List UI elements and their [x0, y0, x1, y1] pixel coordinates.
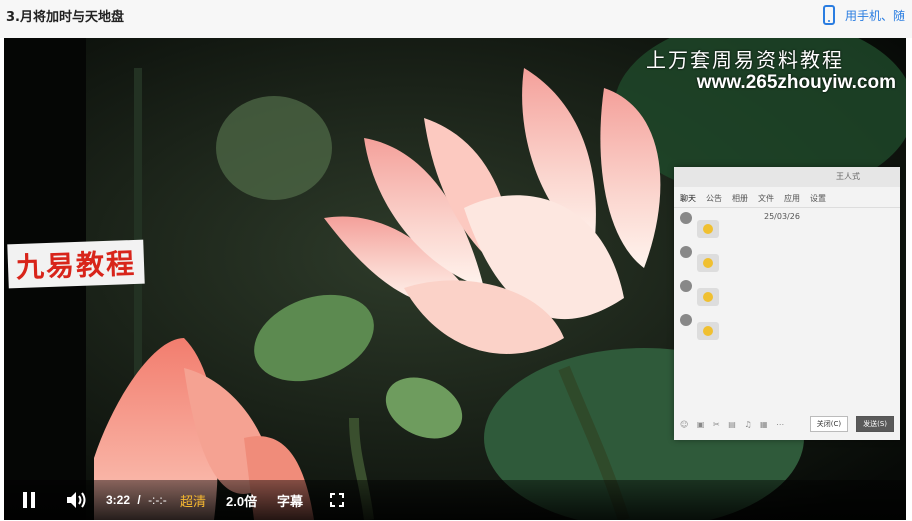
duration: -:-:-	[148, 493, 167, 507]
chat-tab: 文件	[758, 194, 774, 203]
chat-message: 25/03/26	[674, 208, 900, 242]
emoji-icon	[703, 258, 713, 268]
avatar	[680, 212, 692, 224]
subtitle-button[interactable]: 字幕	[277, 491, 303, 510]
emoji-icon	[703, 326, 713, 336]
chat-buttons: 关闭(C) 发送(S)	[809, 416, 894, 432]
emoji-icon	[703, 224, 713, 234]
chat-tabs: 聊天 公告 相册 文件 应用 设置	[674, 187, 900, 208]
time-display: 3:22 / -:-:-	[106, 493, 167, 507]
chat-message	[674, 242, 900, 276]
watermark-title: 上万套周易资料教程	[646, 48, 844, 72]
video-player[interactable]: 上万套周易资料教程 www.265zhouyiw.com 九易教程 王人式 聊天…	[4, 38, 906, 520]
emoji-bubble	[697, 220, 719, 238]
chat-close-button: 关闭(C)	[809, 416, 849, 432]
emoji-bubble	[697, 254, 719, 272]
avatar	[680, 246, 692, 258]
pause-icon[interactable]	[22, 492, 36, 508]
speed-button[interactable]: 2.0倍	[226, 491, 257, 510]
chat-message	[674, 276, 900, 310]
chat-tab: 相册	[732, 194, 748, 203]
emoji-bubble	[697, 322, 719, 340]
chat-date: 25/03/26	[764, 212, 800, 221]
quality-button[interactable]: 超清	[180, 491, 206, 510]
fullscreen-icon[interactable]	[330, 493, 344, 507]
chat-tab: 聊天	[680, 194, 696, 203]
brand-label: 九易教程	[7, 239, 145, 289]
avatar	[680, 280, 692, 292]
chat-tab: 设置	[810, 194, 826, 203]
chat-tab: 公告	[706, 194, 722, 203]
top-bar: 3.月将加时与天地盘 用手机、随	[0, 0, 912, 38]
watermark-url: www.265zhouyiw.com	[696, 72, 896, 93]
chat-message	[674, 310, 900, 344]
page-title: 3.月将加时与天地盘	[6, 10, 124, 25]
chat-send-button: 发送(S)	[856, 416, 894, 432]
watch-on-phone-label: 用手机、随	[845, 8, 906, 23]
chat-window-overlay: 王人式 聊天 公告 相册 文件 应用 设置 25/03/26 ☺ ▣ ✂ ▤ ♫…	[674, 167, 900, 440]
chat-header: 王人式	[674, 167, 900, 187]
volume-icon[interactable]	[66, 491, 88, 509]
phone-icon	[823, 5, 835, 25]
emoji-bubble	[697, 288, 719, 306]
chat-tab: 应用	[784, 194, 800, 203]
chat-toolbar-icons: ☺ ▣ ✂ ▤ ♫ ▦ ⋯	[680, 420, 788, 429]
watch-on-phone-link[interactable]: 用手机、随	[823, 3, 905, 27]
current-time: 3:22	[106, 493, 131, 507]
avatar	[680, 314, 692, 326]
emoji-icon	[703, 292, 713, 302]
time-separator: /	[137, 493, 141, 507]
control-bar: 3:22 / -:-:- 超清 2.0倍 字幕	[4, 480, 906, 520]
